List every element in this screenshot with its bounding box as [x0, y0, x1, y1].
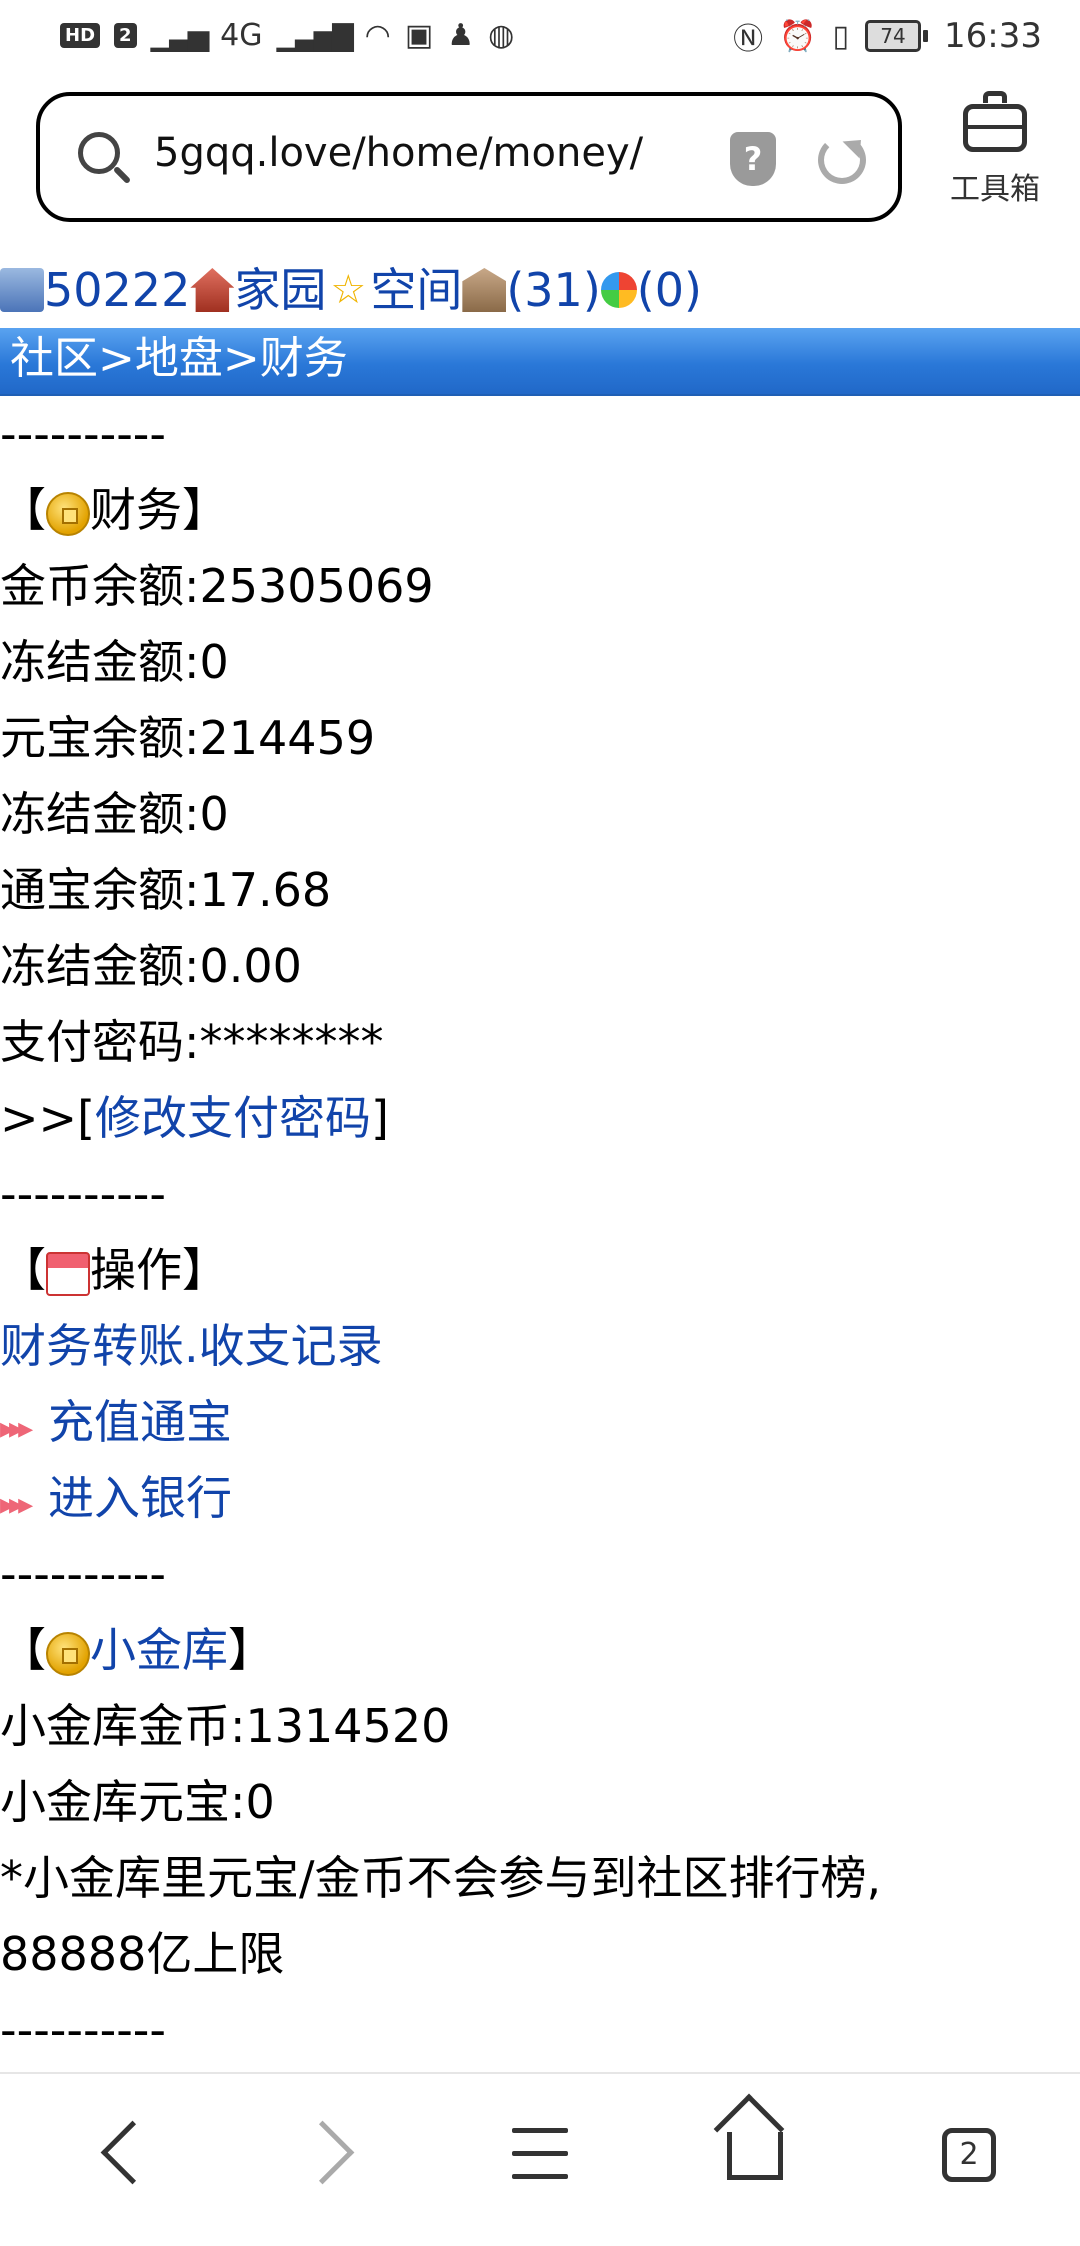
divider: ---------- [0, 1547, 166, 1601]
wifi-icon: ◠ [364, 18, 391, 53]
vault-link[interactable]: 小金库 [90, 1623, 228, 1677]
address-bar[interactable]: 5gqq.love/home/money/ ? [36, 92, 902, 222]
bank-link[interactable]: 进入银行 [48, 1471, 232, 1525]
menu-icon [512, 2128, 568, 2182]
recharge-row: ▸▸▸ 充值通宝 [0, 1384, 1080, 1460]
vault-note: *小金库里元宝/金币不会参与到社区排行榜, [0, 1851, 882, 1905]
sim-badge: 2 [114, 23, 137, 48]
divider: ---------- [0, 1167, 166, 1221]
app-icon: ▣ [404, 18, 434, 53]
coin-icon [46, 1631, 90, 1676]
page-content: 50222 家园 ☆ 空间 (31) (0) 社区>地盘>财务 --------… [0, 252, 1080, 2068]
toolbox-icon [963, 91, 1027, 152]
tongbao-balance: 通宝余额:17.68 [0, 863, 332, 917]
user-nav: 50222 家园 ☆ 空间 (31) (0) [0, 252, 1080, 328]
nfc-icon: Ⓝ [733, 22, 764, 57]
transfer-records-row: 财务转账.收支记录 [0, 1319, 383, 1373]
home-house-icon [190, 268, 235, 312]
gold-frozen: 冻结金额:0 [0, 635, 229, 689]
bank-row: ▸▸▸ 进入银行 [0, 1460, 1080, 1536]
breadcrumb: 社区>地盘>财务 [0, 328, 1080, 396]
coin-icon [46, 491, 90, 536]
user-id-link[interactable]: 50222 [44, 252, 190, 328]
color-wheel-icon [600, 272, 637, 308]
reload-icon[interactable] [818, 136, 866, 184]
security-shield-icon[interactable]: ? [730, 132, 776, 186]
forward-icon [290, 2120, 355, 2185]
status-right: Ⓝ ⏰ ▯ 74 16:33 [733, 14, 1042, 58]
yuanbao-balance: 元宝余额:214459 [0, 711, 376, 765]
transfer-link[interactable]: 财务转账 [0, 1319, 184, 1373]
star-icon: ☆ [330, 267, 367, 313]
forward-button[interactable] [280, 2074, 380, 2246]
records-link[interactable]: 收支记录 [199, 1319, 383, 1373]
status-bar: HD 2 ▁▃▅ 4G ▁▃▅▇ ◠ ▣ ♟ ◍ Ⓝ ⏰ ▯ 74 16:33 [0, 0, 1080, 72]
toolbox-label: 工具箱 [950, 172, 1040, 207]
home-link[interactable]: 家园 [234, 252, 326, 328]
change-password-row: >>[修改支付密码] [0, 1091, 389, 1145]
back-icon [100, 2120, 165, 2185]
gold-balance: 金币余额:25305069 [0, 559, 434, 613]
divider: ---------- [0, 2003, 166, 2057]
finance-title: 财务 [90, 483, 182, 537]
search-icon [78, 132, 120, 174]
user-icon [0, 268, 44, 312]
operations-title: 操作 [90, 1243, 182, 1297]
status-left: HD 2 ▁▃▅ 4G ▁▃▅▇ ◠ ▣ ♟ ◍ [60, 18, 514, 53]
tabs-icon: 2 [942, 2128, 996, 2182]
bank-count-link[interactable]: (31) [506, 252, 600, 328]
divider: ---------- [0, 407, 166, 461]
signal-icon-2: ▁▃▅▇ [276, 19, 354, 52]
space-link[interactable]: 空间 [370, 252, 462, 328]
tabs-button[interactable]: 2 [918, 2074, 1018, 2246]
bottom-nav: 2 [0, 2072, 1080, 2246]
globe-icon: ◍ [488, 18, 515, 53]
shop-icon [46, 1251, 90, 1296]
home-icon [727, 2132, 783, 2180]
tongbao-frozen: 冻结金额:0.00 [0, 939, 302, 993]
message-count-link[interactable]: (0) [637, 252, 702, 328]
menu-button[interactable] [490, 2074, 590, 2246]
arrow-icon: ▸▸▸ [0, 1487, 33, 1522]
bank-icon [462, 268, 507, 312]
alarm-icon: ⏰ [779, 18, 817, 54]
battery-level: 74 [865, 20, 922, 52]
recharge-link[interactable]: 充值通宝 [48, 1395, 232, 1449]
arrow-icon: ▸▸▸ [0, 1411, 33, 1446]
url-text[interactable]: 5gqq.love/home/money/ [154, 130, 643, 176]
qq-icon: ♟ [447, 18, 475, 53]
clock: 16:33 [944, 16, 1042, 56]
network-type: 4G [220, 18, 263, 53]
finance-heading: 【财务】 [0, 483, 228, 537]
operations-heading: 【操作】 [0, 1243, 228, 1297]
vault-heading: 【小金库】 [0, 1623, 274, 1677]
vault-yuanbao: 小金库元宝:0 [0, 1775, 275, 1829]
home-button[interactable] [705, 2074, 805, 2246]
signal-icon: ▁▃▅ [150, 19, 210, 52]
yuanbao-frozen: 冻结金额:0 [0, 787, 229, 841]
pay-password: 支付密码:******** [0, 1015, 384, 1069]
battery-icon: 74 [865, 20, 929, 52]
toolbox-button[interactable]: 工具箱 [930, 91, 1060, 208]
back-button[interactable] [70, 2074, 170, 2246]
hd-badge: HD [60, 23, 101, 48]
change-password-link[interactable]: 修改支付密码 [95, 1091, 371, 1145]
vault-gold: 小金库金币:1314520 [0, 1699, 451, 1753]
vault-limit: 88888亿上限 [0, 1927, 285, 1981]
vibrate-icon: ▯ [832, 18, 850, 54]
